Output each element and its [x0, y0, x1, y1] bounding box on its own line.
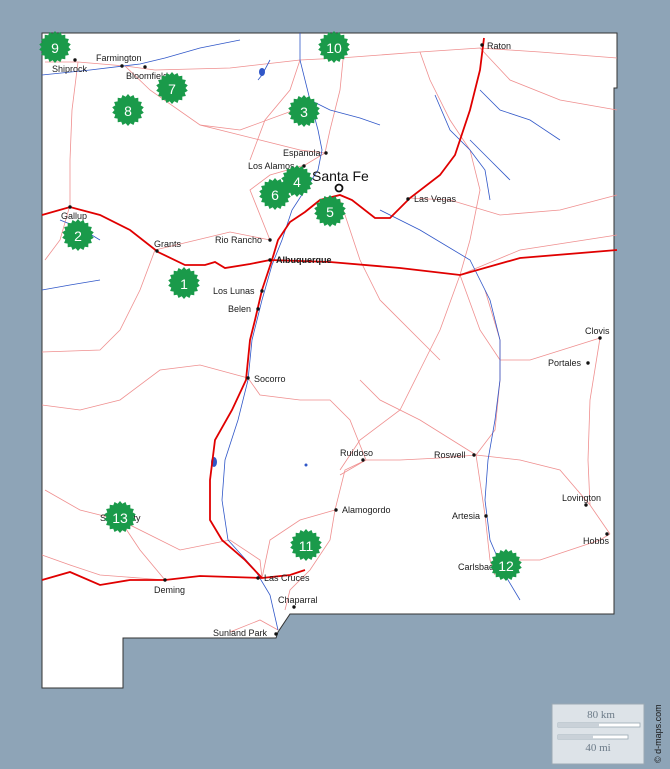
city-label-socorro: Socorro	[254, 374, 286, 384]
city-label-las-cruces: Las Cruces	[264, 573, 310, 583]
city-label-las-vegas: Las Vegas	[414, 194, 457, 204]
marker-number: 2	[74, 228, 82, 244]
marker-number: 10	[326, 40, 342, 56]
city-label-alamogordo: Alamogordo	[342, 505, 391, 515]
credit-text: © d-maps.com	[653, 704, 663, 763]
scale-mi-label: 40 mi	[585, 742, 610, 754]
city-label-grants: Grants	[154, 239, 182, 249]
city-label-shiprock: Shiprock	[52, 64, 88, 74]
city-label-artesia: Artesia	[452, 511, 480, 521]
marker-number: 3	[300, 104, 308, 120]
marker-number: 7	[168, 81, 176, 97]
city-label-rio-rancho: Rio Rancho	[215, 235, 262, 245]
city-label-roswell: Roswell	[434, 450, 466, 460]
marker-number: 13	[112, 510, 128, 526]
city-label-belen: Belen	[228, 304, 251, 314]
city-label-carlsbad: Carlsbad	[458, 562, 494, 572]
new-mexico-map: Santa Fe Shiprock Farmington Bloomfield …	[0, 0, 670, 769]
city-label-portales: Portales	[548, 358, 582, 368]
city-label-raton: Raton	[487, 41, 511, 51]
city-label-gallup: Gallup	[61, 211, 87, 221]
city-label-chaparral: Chaparral	[278, 595, 318, 605]
capital-marker	[334, 183, 344, 193]
city-label-lovington: Lovington	[562, 493, 601, 503]
city-label-farmington: Farmington	[96, 53, 142, 63]
city-label-sunland-park: Sunland Park	[213, 628, 268, 638]
city-label-espanola: Espanola	[283, 148, 321, 158]
city-label-ruidoso: Ruidoso	[340, 448, 373, 458]
city-label-albuquerque: Albuquerque	[276, 255, 332, 265]
city-label-deming: Deming	[154, 585, 185, 595]
scale-km-label: 80 km	[587, 709, 615, 721]
capital-label: Santa Fe	[312, 168, 369, 184]
marker-number: 11	[299, 538, 314, 554]
city-label-clovis: Clovis	[585, 326, 610, 336]
marker-number: 4	[293, 174, 301, 190]
scale-bar: 80 km 40 mi	[551, 703, 645, 765]
city-label-hobbs: Hobbs	[583, 536, 610, 546]
marker-number: 1	[180, 276, 188, 292]
marker-number: 9	[51, 40, 59, 56]
marker-number: 6	[271, 187, 279, 203]
marker-number: 12	[498, 558, 514, 574]
marker-number: 5	[326, 204, 334, 220]
city-label-los-lunas: Los Lunas	[213, 286, 255, 296]
marker-number: 8	[124, 103, 132, 119]
